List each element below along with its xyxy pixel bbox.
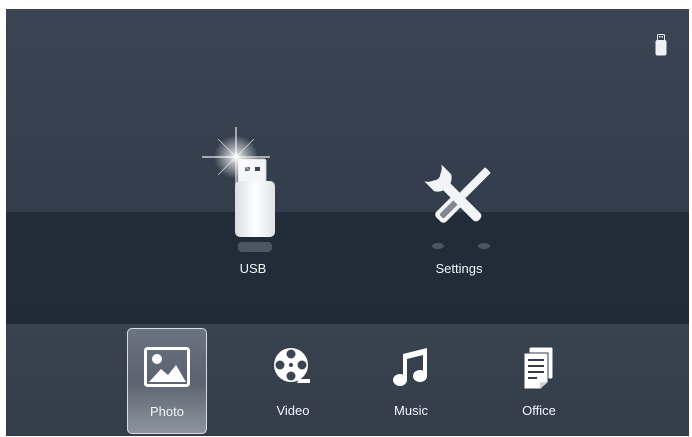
- main-band: [6, 212, 689, 324]
- film-reel-icon: [274, 348, 310, 383]
- settings-label: Settings: [435, 261, 483, 276]
- office-label: Office: [522, 403, 556, 418]
- home-screen: USB Settings Photo Video Music Office: [6, 9, 689, 436]
- dock-item-video[interactable]: Video: [253, 328, 333, 434]
- photo-label: Photo: [150, 404, 184, 419]
- video-label: Video: [276, 403, 310, 418]
- dock-item-photo[interactable]: Photo: [127, 328, 207, 434]
- usb-drive-icon: [202, 127, 275, 252]
- usb-source-item[interactable]: USB: [198, 119, 308, 289]
- usb-status-icon: [655, 34, 667, 56]
- dock-item-music[interactable]: Music: [371, 328, 451, 434]
- photo-icon: [144, 347, 190, 387]
- tools-icon: [424, 164, 491, 249]
- document-icon: [523, 346, 554, 390]
- music-note-icon: [393, 348, 427, 386]
- dock-item-office[interactable]: Office: [499, 328, 579, 434]
- media-dock: [6, 324, 689, 436]
- settings-item[interactable]: Settings: [404, 154, 514, 289]
- usb-label: USB: [239, 261, 267, 276]
- music-label: Music: [394, 403, 428, 418]
